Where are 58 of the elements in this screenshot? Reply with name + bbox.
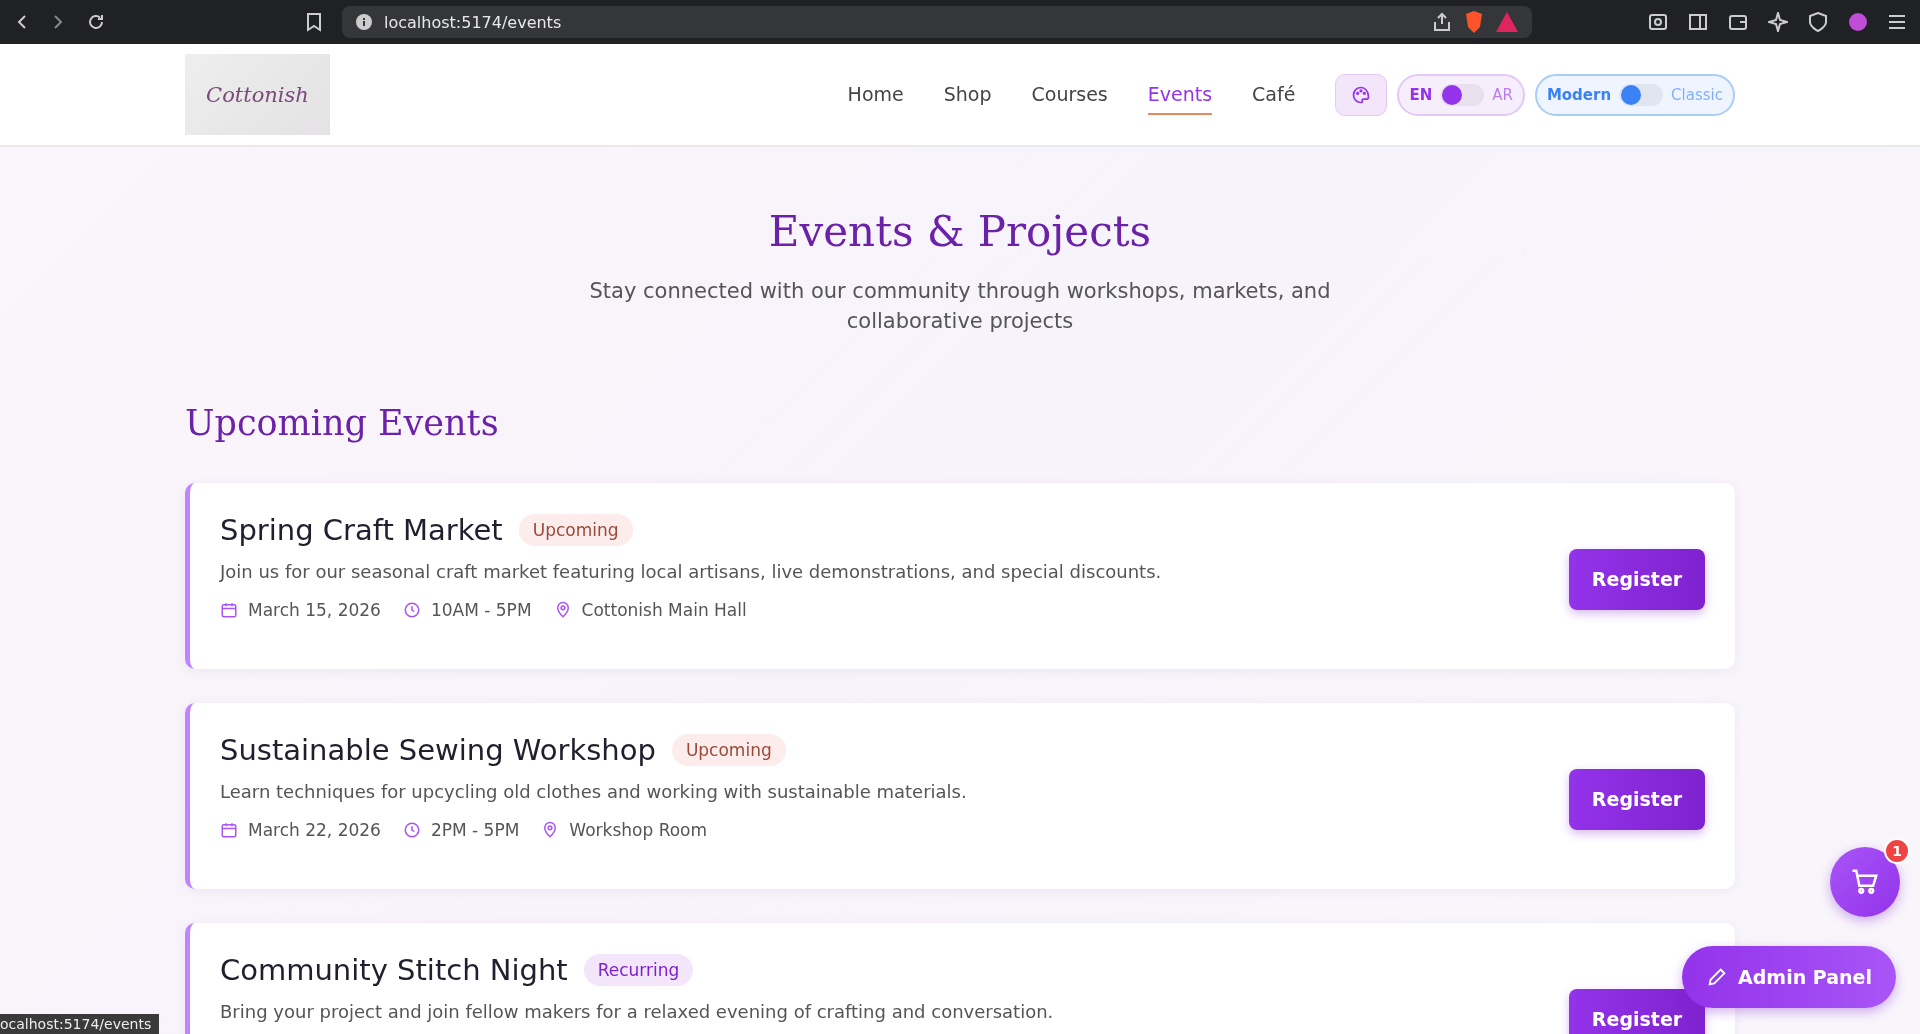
toggle-switch[interactable]: Modern Classic [1534,73,1735,116]
register-button[interactable]: Register [1569,988,1705,1034]
calendar-icon [220,600,238,619]
clock-icon [402,820,421,839]
wallet-icon[interactable] [1728,12,1748,32]
event-date: March 22, 2026 [248,819,381,840]
nav-link[interactable]: Café [1252,74,1296,115]
toggle-label: Classic [1671,85,1723,104]
menu-icon[interactable] [1888,13,1906,31]
event-title: Spring Craft Market [220,512,503,547]
event-location: Cottonish Main Hall [581,599,747,620]
event-description: Learn techniques for upcycling old clothes and working with sustainable materials. [220,780,968,802]
shield-icon[interactable] [1808,12,1828,32]
status-badge: Upcoming [518,513,633,546]
toggle-label: AR [1492,85,1513,104]
cart-count-badge: 1 [1884,838,1910,864]
nav-link[interactable]: Events [1147,74,1213,115]
event-time: 2PM - 5PM [430,819,520,840]
page-title: Events & Projects [767,207,1153,256]
nav-link[interactable]: Home [847,74,904,115]
sidebar-icon[interactable] [1688,12,1708,32]
status-badge: Recurring [583,953,694,986]
profile-icon[interactable] [1848,12,1868,32]
reload-icon[interactable] [86,12,106,32]
admin-panel-button[interactable]: Admin Panel [1682,946,1896,1008]
cart-button[interactable] [1830,847,1900,917]
register-button[interactable]: Register [1569,548,1705,610]
event-date: March 15, 2026 [248,599,381,620]
sparkle-icon[interactable] [1768,12,1788,32]
nav-link[interactable]: Shop [943,74,992,115]
page-subtitle: Stay connected with our community through workshops, markets, and collaborative projects [588,278,1332,336]
share-icon[interactable] [1432,12,1452,32]
theme-button[interactable] [1335,73,1388,116]
toggle-switch[interactable]: EN AR [1397,73,1525,116]
clock-icon [402,600,421,619]
event-time: 10AM - 5PM [430,599,532,620]
event-location: Workshop Room [569,819,708,840]
event-title: Sustainable Sewing Workshop [220,732,656,767]
event-description: Join us for our seasonal craft market featuring local artisans, live demonstrations, and special discounts. [220,560,1163,582]
register-button[interactable]: Register [1569,768,1705,830]
triangle-icon[interactable] [1496,12,1518,32]
event-title: Community Stitch Night [220,952,568,987]
calendar-icon [220,820,238,839]
palette-icon [1351,84,1372,105]
lion-shield-icon[interactable] [1464,11,1484,33]
toggle-label: EN [1409,85,1433,104]
screenshot-icon[interactable] [1648,12,1668,32]
logo: Cottonish [185,54,330,135]
section-title: Upcoming Events [185,402,500,443]
address-bar[interactable]: localhost:5174/events [342,6,1532,38]
toggle-label: Modern [1546,85,1612,104]
info-icon [356,14,372,30]
bookmark-icon[interactable] [306,12,322,32]
nav-link[interactable]: Courses [1031,74,1108,115]
status-badge: Upcoming [671,733,786,766]
event-description: Bring your project and join fellow makers for a relaxed evening of crafting and conversation. [220,1000,1055,1022]
cart-icon [1850,867,1880,897]
url-text: localhost:5174/events [384,12,562,32]
